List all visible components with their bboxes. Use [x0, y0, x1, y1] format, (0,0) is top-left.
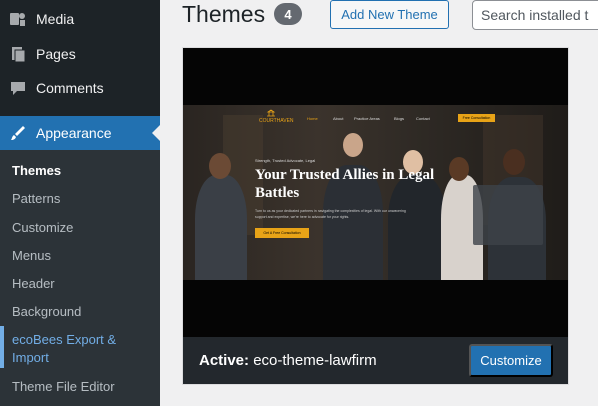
menu-item-pages[interactable]: Pages: [0, 37, 160, 71]
preview-nav-blogs: Blogs: [394, 116, 405, 121]
theme-card-footer: Active: eco-theme-lawfirm Customize: [183, 337, 568, 384]
active-theme-name: eco-theme-lawfirm: [253, 352, 377, 369]
submenu-item-header[interactable]: Header: [12, 275, 55, 293]
search-installed-themes-input[interactable]: [472, 0, 598, 30]
page-title: Themes: [182, 1, 266, 27]
media-icon: [8, 9, 28, 29]
preview-cta-button: Get A Free Consultation: [255, 228, 309, 238]
preview-logo-text: COURTHAVEN: [259, 118, 294, 124]
submenu-item-menus[interactable]: Menus: [12, 247, 51, 265]
preview-logo: COURTHAVEN: [259, 109, 294, 124]
preview-hero-body: Turn to us as your dedicated partners in…: [255, 209, 406, 219]
menu-item-label: Appearance: [36, 125, 112, 141]
comments-icon: [8, 78, 28, 98]
pages-icon: [8, 44, 28, 64]
submenu-item-themes[interactable]: Themes: [12, 162, 61, 180]
preview-nav-practice-areas: Practice Areas: [354, 116, 380, 121]
preview-consultation-button: Free Consultation: [458, 114, 495, 122]
active-theme-label: Active: eco-theme-lawfirm: [199, 352, 377, 369]
customize-button[interactable]: Customize: [469, 344, 553, 377]
submenu-item-patterns[interactable]: Patterns: [12, 190, 60, 208]
active-prefix: Active:: [199, 352, 250, 369]
appearance-icon: [8, 123, 28, 143]
submenu-item-customize[interactable]: Customize: [12, 219, 73, 237]
add-new-theme-button[interactable]: Add New Theme: [330, 0, 449, 29]
menu-item-appearance[interactable]: Appearance: [0, 116, 160, 150]
submenu-current-marker: [0, 326, 4, 368]
preview-nav-about: About: [333, 116, 344, 121]
menu-item-label: Comments: [36, 80, 104, 96]
admin-sidebar: Media Pages Comments Appearance Themes P…: [0, 0, 160, 406]
submenu-item-theme-file-editor[interactable]: Theme File Editor: [12, 378, 115, 396]
preview-hero-title: Your Trusted Allies in Legal Battles: [255, 167, 435, 201]
menu-item-media[interactable]: Media: [0, 2, 160, 36]
preview-tagline: Strength, Trusted Advocate, Legal: [255, 158, 316, 163]
menu-item-label: Pages: [36, 46, 76, 62]
menu-item-comments[interactable]: Comments: [0, 71, 160, 105]
theme-count-badge: 4: [274, 3, 302, 25]
preview-nav-home: Home: [307, 116, 318, 121]
submenu-item-ecobees-export-import[interactable]: ecoBees Export & Import: [12, 331, 142, 367]
menu-item-label: Media: [36, 11, 75, 27]
active-theme-card[interactable]: COURTHAVEN Home About Practice Areas Blo…: [182, 47, 569, 385]
submenu-item-background[interactable]: Background: [12, 303, 81, 321]
theme-screenshot[interactable]: COURTHAVEN Home About Practice Areas Blo…: [183, 48, 568, 337]
preview-nav-contact: Contact: [416, 116, 430, 121]
